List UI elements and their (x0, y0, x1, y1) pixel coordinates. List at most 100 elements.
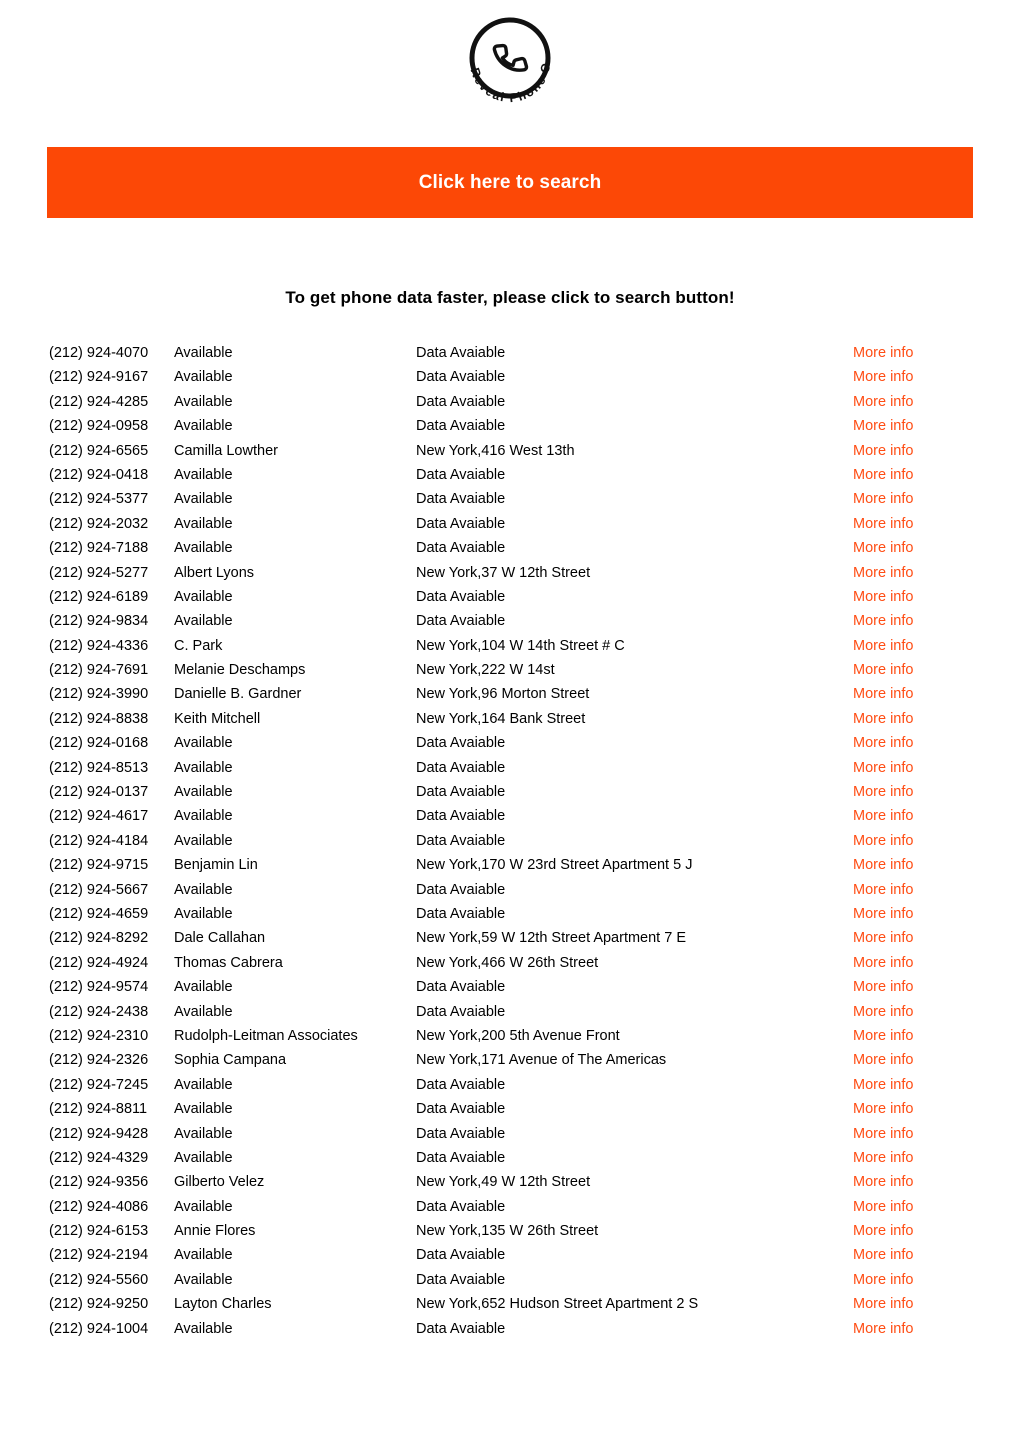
more-info-link[interactable]: More info (853, 463, 913, 487)
more-info-link[interactable]: More info (853, 536, 913, 560)
phone-number-cell: (212) 924-0137 (49, 784, 149, 801)
more-info-link[interactable]: More info (853, 780, 913, 804)
owner-name-cell: Available (174, 1271, 233, 1288)
table-row: (212) 924-9356 Gilberto Velez New York,49 … (0, 1170, 1020, 1194)
owner-name-cell: Available (174, 491, 233, 508)
more-info-link[interactable]: More info (853, 951, 913, 975)
more-info-link[interactable]: More info (853, 1048, 913, 1072)
table-row: (212) 924-8838 Keith Mitchell New York,164… (0, 707, 1020, 731)
more-info-link[interactable]: More info (853, 1073, 913, 1097)
phone-number-cell: (212) 924-4336 (49, 637, 149, 654)
more-info-link[interactable]: More info (853, 902, 913, 926)
more-info-link[interactable]: More info (853, 1292, 913, 1316)
phone-number-cell: (212) 924-6189 (49, 588, 149, 605)
owner-name-cell: Annie Flores (174, 1223, 256, 1240)
more-info-link[interactable]: More info (853, 707, 913, 731)
more-info-link[interactable]: More info (853, 1097, 913, 1121)
owner-name-cell: Available (174, 613, 233, 630)
more-info-link[interactable]: More info (853, 585, 913, 609)
more-info-link[interactable]: More info (853, 1146, 913, 1170)
owner-name-cell: Available (174, 832, 233, 849)
more-info-link[interactable]: More info (853, 390, 913, 414)
address-cell: Data Avaiable (416, 393, 506, 410)
table-row: (212) 924-8292 Dale Callahan New York,59 W… (0, 926, 1020, 950)
owner-name-cell: Available (174, 808, 233, 825)
phone-number-cell: (212) 924-6153 (49, 1223, 149, 1240)
owner-name-cell: Gilberto Velez (174, 1174, 265, 1191)
owner-name-cell: Rudolph-Leitman Associates (174, 1027, 358, 1044)
phone-number-cell: (212) 924-4086 (49, 1198, 149, 1215)
owner-name-cell: Available (174, 1320, 233, 1337)
more-info-link[interactable]: More info (853, 634, 913, 658)
table-row: (212) 924-4285 Available Data Avaiable More… (0, 390, 1020, 414)
phone-number-cell: (212) 924-6565 (49, 442, 149, 459)
owner-name-cell: Available (174, 515, 233, 532)
phone-results-list: (212) 924-4070 Available Data Avaiable More… (0, 341, 1020, 1341)
phone-number-cell: (212) 924-8292 (49, 930, 149, 947)
click-here-to-search-button[interactable]: Click here to search (47, 147, 973, 218)
more-info-link[interactable]: More info (853, 1170, 913, 1194)
more-info-link[interactable]: More info (853, 878, 913, 902)
more-info-link[interactable]: More info (853, 1243, 913, 1267)
phone-number-cell: (212) 924-4070 (49, 345, 149, 361)
table-row: (212) 924-2310 Rudolph-Leitman Associates… (0, 1024, 1020, 1048)
address-cell: New York,171 Avenue of The Americas (416, 1052, 667, 1069)
more-info-link[interactable]: More info (853, 341, 913, 365)
table-row: (212) 924-2032 Available Data Avaiable More… (0, 512, 1020, 536)
address-cell: Data Avaiable (416, 784, 506, 801)
more-info-link[interactable]: More info (853, 1268, 913, 1292)
table-row: (212) 924-9428 Available Data Avaiable More… (0, 1122, 1020, 1146)
more-info-link[interactable]: More info (853, 512, 913, 536)
more-info-link[interactable]: More info (853, 609, 913, 633)
more-info-link[interactable]: More info (853, 1219, 913, 1243)
owner-name-cell: Available (174, 1003, 233, 1020)
more-info-link[interactable]: More info (853, 1024, 913, 1048)
address-cell: New York,200 5th Avenue Front (416, 1027, 620, 1044)
more-info-link[interactable]: More info (853, 1122, 913, 1146)
more-info-link[interactable]: More info (853, 658, 913, 682)
more-info-link[interactable]: More info (853, 487, 913, 511)
table-row: (212) 924-6189 Available Data Avaiable More… (0, 585, 1020, 609)
table-row: (212) 924-8811 Available Data Avaiable More… (0, 1097, 1020, 1121)
more-info-link[interactable]: More info (853, 804, 913, 828)
phone-number-cell: (212) 924-8811 (49, 1101, 148, 1118)
address-cell: Data Avaiable (416, 1125, 506, 1142)
phone-number-cell: (212) 924-8513 (49, 759, 149, 776)
more-info-link[interactable]: More info (853, 731, 913, 755)
owner-name-cell: Available (174, 979, 233, 996)
more-info-link[interactable]: More info (853, 365, 913, 389)
site-logo-container: Reveal Phone Owner (0, 0, 1020, 126)
owner-name-cell: Available (174, 466, 233, 483)
address-cell: Data Avaiable (416, 466, 506, 483)
phone-number-cell: (212) 924-9167 (49, 369, 149, 386)
phone-number-cell: (212) 924-4659 (49, 905, 149, 922)
table-row: (212) 924-0958 Available Data Avaiable More… (0, 414, 1020, 438)
more-info-link[interactable]: More info (853, 1195, 913, 1219)
more-info-link[interactable]: More info (853, 1000, 913, 1024)
address-cell: Data Avaiable (416, 613, 506, 630)
owner-name-cell: Sophia Campana (174, 1052, 287, 1069)
owner-name-cell: Available (174, 393, 233, 410)
more-info-link[interactable]: More info (853, 561, 913, 585)
address-cell: New York,170 W 23rd Street Apartment 5 J (416, 857, 693, 874)
more-info-link[interactable]: More info (853, 926, 913, 950)
phone-number-cell: (212) 924-4329 (49, 1149, 149, 1166)
more-info-link[interactable]: More info (853, 1317, 913, 1341)
more-info-link[interactable]: More info (853, 829, 913, 853)
more-info-link[interactable]: More info (853, 853, 913, 877)
table-row: (212) 924-4070 Available Data Avaiable More… (0, 341, 1020, 365)
more-info-link[interactable]: More info (853, 975, 913, 999)
table-row: (212) 924-9574 Available Data Avaiable More… (0, 975, 1020, 999)
owner-name-cell: Thomas Cabrera (174, 954, 283, 971)
address-cell: Data Avaiable (416, 1101, 506, 1118)
more-info-link[interactable]: More info (853, 439, 913, 463)
more-info-link[interactable]: More info (853, 414, 913, 438)
table-row: (212) 924-2194 Available Data Avaiable More… (0, 1243, 1020, 1267)
more-info-link[interactable]: More info (853, 756, 913, 780)
owner-name-cell: Camilla Lowther (174, 442, 278, 459)
more-info-link[interactable]: More info (853, 682, 913, 706)
table-row: (212) 924-9834 Available Data Avaiable More… (0, 609, 1020, 633)
address-cell: Data Avaiable (416, 1198, 506, 1215)
phone-number-cell: (212) 924-7245 (49, 1076, 149, 1093)
address-cell: Data Avaiable (416, 1247, 506, 1264)
